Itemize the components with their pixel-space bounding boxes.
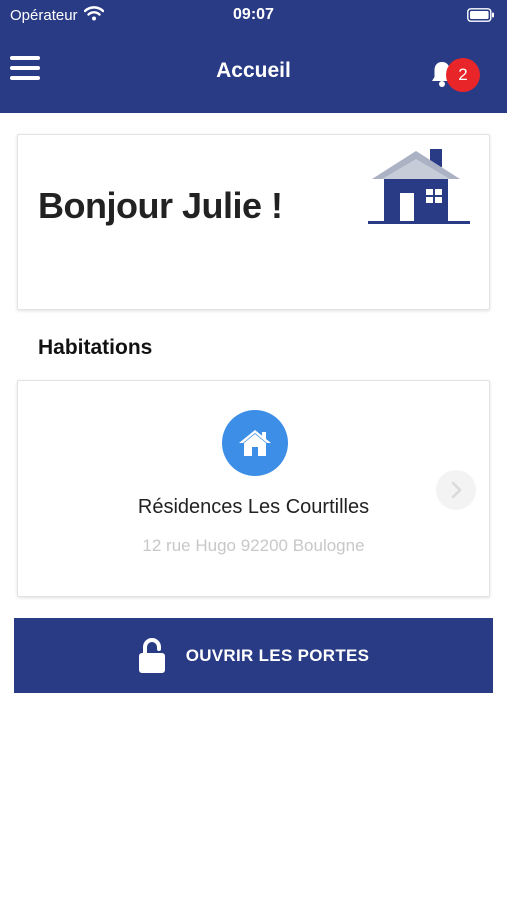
- house-illustration-icon: [368, 145, 472, 232]
- chevron-right-icon: [451, 481, 462, 499]
- habitation-address: 12 rue Hugo 92200 Boulogne: [142, 536, 365, 555]
- battery-icon: [467, 8, 495, 26]
- next-habitation-button[interactable]: [436, 470, 476, 510]
- habitation-card[interactable]: Résidences Les Courtilles 12 rue Hugo 92…: [17, 380, 490, 597]
- open-doors-label: OUVRIR LES PORTES: [185, 645, 370, 665]
- navigation-bar: Accueil 2: [0, 34, 507, 113]
- habitations-section-title: Habitations: [38, 336, 153, 359]
- unlock-icon: [138, 637, 166, 674]
- open-doors-button[interactable]: OUVRIR LES PORTES: [14, 618, 493, 693]
- greeting-text: Bonjour Julie !: [38, 185, 283, 226]
- notifications-button[interactable]: 2: [430, 56, 484, 96]
- greeting-card: Bonjour Julie !: [17, 134, 490, 310]
- home-icon: [222, 410, 288, 476]
- status-time: 09:07: [233, 6, 274, 23]
- status-bar: Opérateur 09:07: [0, 0, 507, 34]
- habitation-name: Résidences Les Courtilles: [137, 496, 370, 518]
- notification-badge: 2: [446, 58, 480, 92]
